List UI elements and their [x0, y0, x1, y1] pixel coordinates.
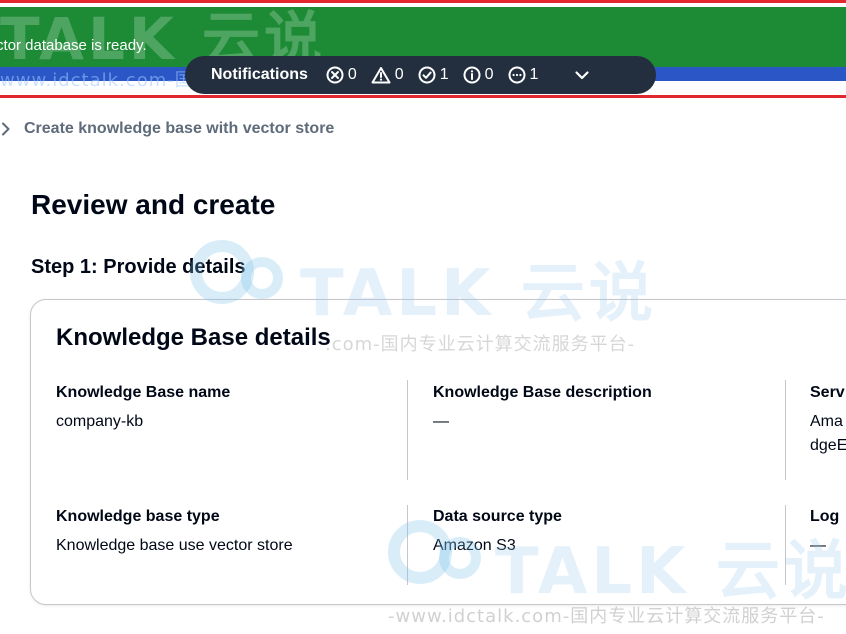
watermark-url-bottom: -www.idctalk.com-国内专业云计算交流服务平台- — [388, 606, 825, 627]
column-divider — [785, 505, 786, 585]
service-role-value-line2: dgeE — [810, 437, 846, 454]
kb-type-field: Knowledge base type Knowledge base use v… — [56, 508, 293, 558]
service-role-value-line1: Ama — [810, 413, 843, 430]
expandable-step-label: Create knowledge base with vector store — [24, 120, 335, 137]
container-title: Knowledge Base details — [56, 324, 331, 351]
data-source-type-label: Data source type — [433, 508, 562, 525]
top-red-rule — [0, 0, 846, 3]
kb-type-value: Knowledge base use vector store — [56, 537, 293, 554]
notif-info-count[interactable]: 0 — [463, 66, 494, 84]
column-divider — [785, 380, 786, 480]
log-label: Log — [810, 508, 840, 525]
service-role-field: Serv Ama dgeE — [810, 384, 846, 458]
kb-type-label: Knowledge base type — [56, 508, 220, 525]
chevron-right-icon — [2, 122, 10, 136]
in-progress-icon — [508, 66, 526, 84]
chevron-down-icon — [575, 71, 590, 80]
notifications-bar[interactable]: Notifications 0 0 1 0 1 — [185, 56, 656, 94]
column-divider — [407, 505, 408, 585]
step-title: Step 1: Provide details — [31, 256, 246, 278]
notifications-title: Notifications — [211, 66, 308, 83]
log-field: Log — — [810, 508, 839, 558]
notifications-toggle[interactable] — [574, 67, 590, 83]
error-icon — [326, 66, 344, 84]
warning-icon — [371, 67, 391, 84]
notif-warning-count[interactable]: 0 — [371, 66, 404, 84]
column-divider — [407, 380, 408, 480]
notif-success-value: 1 — [439, 66, 449, 83]
data-source-type-field: Data source type Amazon S3 — [433, 508, 562, 558]
info-icon — [463, 66, 481, 84]
log-value: — — [810, 537, 826, 554]
notif-error-value: 0 — [347, 66, 357, 83]
expandable-step-header[interactable]: Create knowledge base with vector store — [0, 120, 334, 138]
notif-success-count[interactable]: 1 — [418, 66, 449, 84]
kb-description-label: Knowledge Base description — [433, 384, 652, 401]
flash-message: ctor database is ready. — [0, 37, 147, 54]
kb-name-value: company-kb — [56, 413, 144, 430]
notif-in-progress-count[interactable]: 1 — [508, 66, 539, 84]
kb-name-field: Knowledge Base name company-kb — [56, 384, 230, 434]
notif-error-count[interactable]: 0 — [326, 66, 357, 84]
page-title: Review and create — [31, 189, 276, 220]
notif-in-progress-value: 1 — [529, 66, 539, 83]
kb-description-field: Knowledge Base description — — [433, 384, 652, 434]
notif-warning-value: 0 — [394, 66, 404, 83]
kb-name-label: Knowledge Base name — [56, 384, 231, 401]
bottom-red-rule — [0, 95, 846, 98]
service-role-label: Serv — [810, 384, 845, 401]
notif-info-value: 0 — [484, 66, 494, 83]
success-icon — [418, 66, 436, 84]
data-source-type-value: Amazon S3 — [433, 537, 516, 554]
kb-description-value: — — [433, 413, 449, 430]
